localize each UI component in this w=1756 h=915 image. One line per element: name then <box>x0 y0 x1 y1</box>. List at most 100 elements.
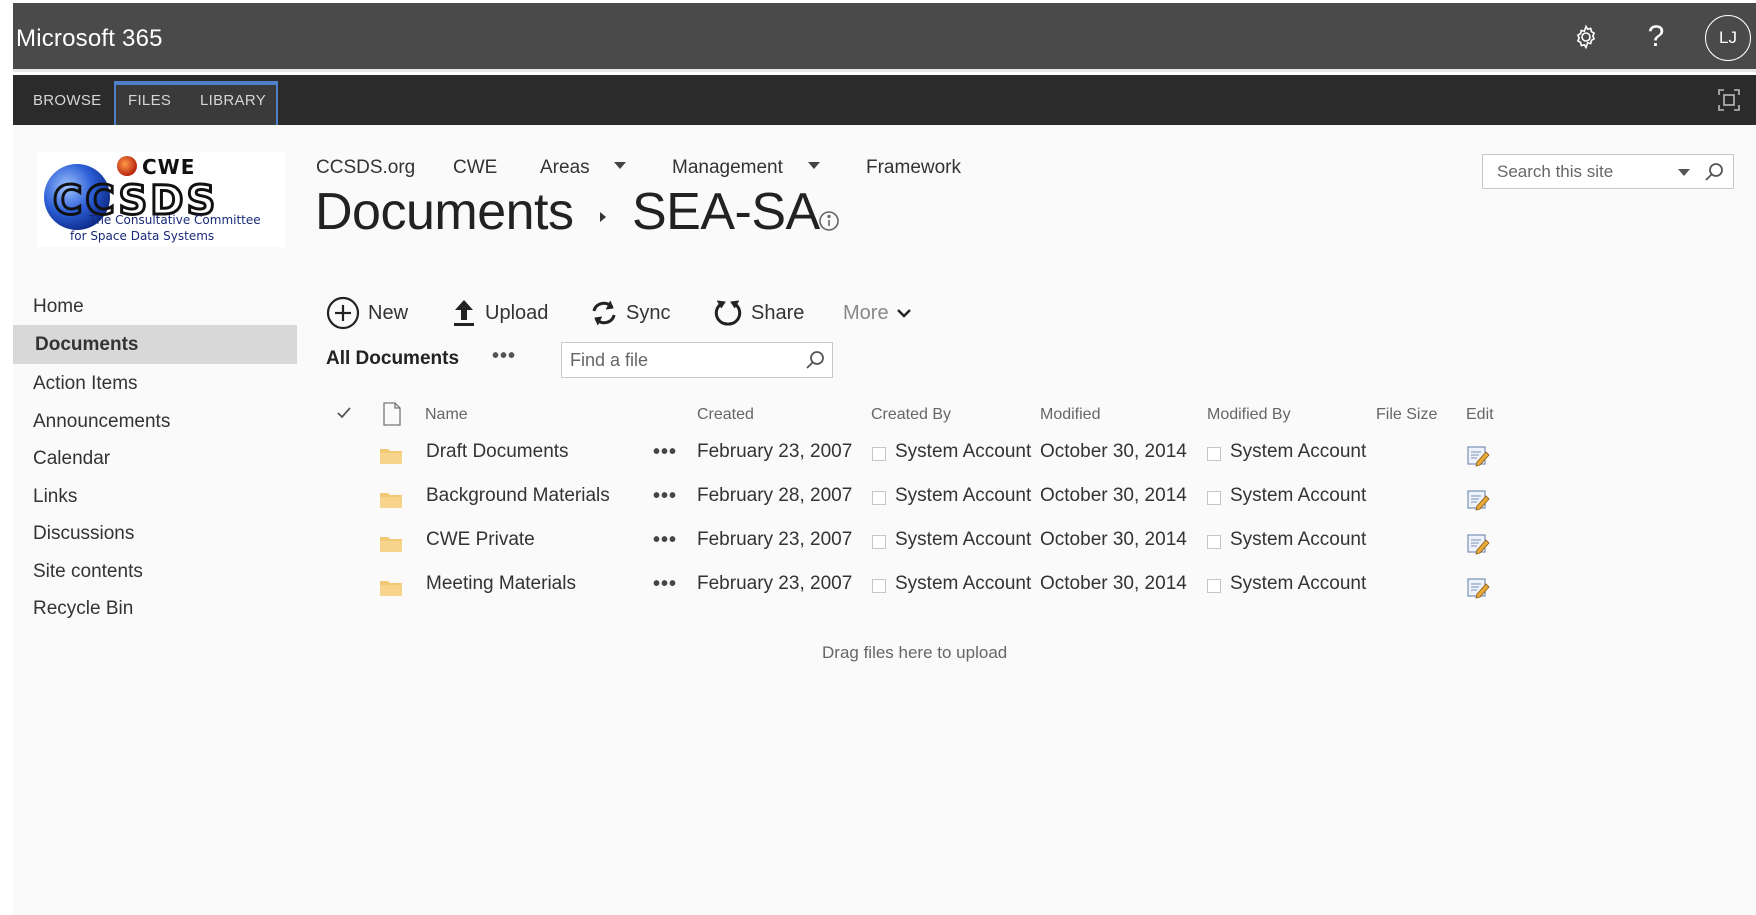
search-icon[interactable] <box>1703 161 1725 183</box>
plus-circle-icon <box>326 296 360 330</box>
table-row[interactable]: Background Materials ••• February 28, 2007… <box>320 477 1520 521</box>
sync-icon <box>592 300 616 326</box>
logo-tagline-1: The Consultative Committee <box>88 213 261 227</box>
row-modified: October 30, 2014 <box>1040 529 1187 550</box>
row-created: February 28, 2007 <box>697 485 853 506</box>
logo-wordmark-top: CWE <box>142 155 195 179</box>
view-all-documents[interactable]: All Documents <box>326 348 459 370</box>
row-created-by[interactable]: System Account <box>895 573 1031 595</box>
leftnav-links[interactable]: Links <box>13 477 297 516</box>
presence-indicator-icon <box>872 579 886 593</box>
row-name[interactable]: Draft Documents <box>426 441 569 463</box>
focus-mode-icon[interactable] <box>1717 88 1741 112</box>
topnav-ccsds-org[interactable]: CCSDS.org <box>316 157 415 179</box>
table-row[interactable]: CWE Private ••• February 23, 2007 System Ac… <box>320 521 1520 565</box>
ribbon: BROWSE FILES LIBRARY <box>13 75 1756 125</box>
column-header-file-size[interactable]: File Size <box>1376 406 1437 424</box>
new-button[interactable]: New <box>326 294 408 332</box>
folder-icon[interactable] <box>379 578 403 597</box>
site-search-box <box>1482 154 1734 189</box>
leftnav-recycle-bin[interactable]: Recycle Bin <box>13 589 297 628</box>
leftnav-site-contents[interactable]: Site contents <box>13 552 297 591</box>
topnav-cwe[interactable]: CWE <box>453 157 497 179</box>
column-header-created-by[interactable]: Created By <box>871 406 951 424</box>
row-modified-by[interactable]: System Account <box>1230 529 1366 551</box>
edit-icon[interactable] <box>1466 443 1490 467</box>
column-header-modified-by[interactable]: Modified By <box>1207 406 1291 424</box>
leftnav-discussions[interactable]: Discussions <box>13 514 297 553</box>
topnav-management[interactable]: Management <box>672 157 783 179</box>
view-options-ellipsis-icon[interactable]: ••• <box>492 345 516 368</box>
share-button[interactable]: Share <box>713 294 804 332</box>
leftnav-announcements[interactable]: Announcements <box>13 402 297 441</box>
upload-button[interactable]: Upload <box>451 294 548 332</box>
find-file-input[interactable] <box>562 343 792 377</box>
row-name[interactable]: CWE Private <box>426 529 535 551</box>
edit-icon[interactable] <box>1466 575 1490 599</box>
table-row[interactable]: Draft Documents ••• February 23, 2007 Syste… <box>320 433 1520 477</box>
select-all-checkmark-icon[interactable] <box>335 404 353 422</box>
presence-indicator-icon <box>872 535 886 549</box>
more-button[interactable]: More <box>843 294 913 332</box>
leftnav-calendar[interactable]: Calendar <box>13 439 297 478</box>
sync-button[interactable]: Sync <box>590 294 670 332</box>
new-label: New <box>368 301 409 324</box>
presence-indicator-icon <box>1207 447 1221 461</box>
row-ellipsis-icon[interactable]: ••• <box>653 573 677 596</box>
info-icon[interactable] <box>818 210 840 232</box>
tab-library[interactable]: LIBRARY <box>200 75 266 125</box>
areas-caret-icon[interactable] <box>614 162 626 169</box>
row-name[interactable]: Meeting Materials <box>426 573 576 595</box>
row-modified: October 30, 2014 <box>1040 441 1187 462</box>
column-header-name[interactable]: Name <box>425 406 468 424</box>
suite-title[interactable]: Microsoft 365 <box>16 25 163 53</box>
leftnav-home[interactable]: Home <box>13 287 297 326</box>
row-created-by[interactable]: System Account <box>895 485 1031 507</box>
search-scope-caret-icon[interactable] <box>1678 169 1690 176</box>
breadcrumb-separator-icon <box>600 212 606 222</box>
site-logo[interactable]: CWE CCSDS The Consultative Committee for… <box>37 152 285 247</box>
presence-indicator-icon <box>1207 535 1221 549</box>
help-icon[interactable]: ? <box>1638 19 1674 55</box>
folder-icon[interactable] <box>379 534 403 553</box>
gear-icon[interactable] <box>1568 19 1604 55</box>
row-name[interactable]: Background Materials <box>426 485 610 507</box>
row-modified-by[interactable]: System Account <box>1230 573 1366 595</box>
page-subtitle: SEA-SA <box>632 183 820 241</box>
search-icon[interactable] <box>804 349 826 371</box>
management-caret-icon[interactable] <box>808 162 820 169</box>
topnav-areas[interactable]: Areas <box>540 157 590 179</box>
chevron-down-icon <box>896 309 911 318</box>
upload-icon <box>454 300 474 326</box>
row-modified-by[interactable]: System Account <box>1230 485 1366 507</box>
column-header-modified[interactable]: Modified <box>1040 406 1100 424</box>
site-search-input[interactable] <box>1483 155 1673 188</box>
find-file-box <box>561 342 833 378</box>
tab-files[interactable]: FILES <box>128 75 171 125</box>
row-ellipsis-icon[interactable]: ••• <box>653 441 677 464</box>
edit-icon[interactable] <box>1466 487 1490 511</box>
row-modified-by[interactable]: System Account <box>1230 441 1366 463</box>
table-row[interactable]: Meeting Materials ••• February 23, 2007 Sys… <box>320 565 1520 609</box>
document-type-icon <box>383 402 401 426</box>
drag-files-hint: Drag files here to upload <box>822 643 1008 662</box>
avatar[interactable]: LJ <box>1705 15 1751 61</box>
row-ellipsis-icon[interactable]: ••• <box>653 529 677 552</box>
folder-icon[interactable] <box>379 446 403 465</box>
row-created-by[interactable]: System Account <box>895 441 1031 463</box>
row-created: February 23, 2007 <box>697 573 853 594</box>
share-icon <box>714 300 742 326</box>
column-header-created[interactable]: Created <box>697 406 754 424</box>
row-ellipsis-icon[interactable]: ••• <box>653 485 677 508</box>
tab-browse[interactable]: BROWSE <box>33 75 101 125</box>
presence-indicator-icon <box>872 491 886 505</box>
topnav-framework[interactable]: Framework <box>866 157 961 179</box>
edit-icon[interactable] <box>1466 531 1490 555</box>
suite-bar: Microsoft 365 ? LJ <box>13 3 1756 72</box>
folder-icon[interactable] <box>379 490 403 509</box>
leftnav-documents[interactable]: Documents <box>13 325 297 364</box>
row-created-by[interactable]: System Account <box>895 529 1031 551</box>
page-title[interactable]: Documents <box>315 182 574 242</box>
row-created: February 23, 2007 <box>697 441 853 462</box>
leftnav-action-items[interactable]: Action Items <box>13 364 297 403</box>
